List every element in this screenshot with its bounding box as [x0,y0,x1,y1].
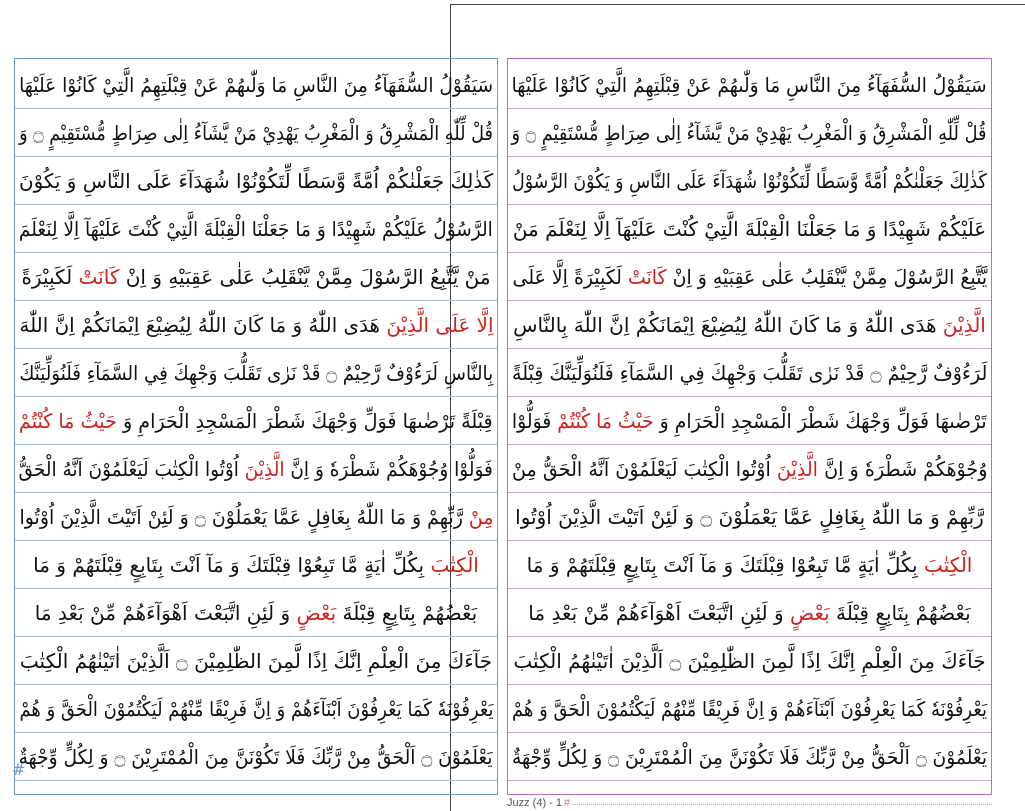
left-text-line[interactable]: مِنْ رَّبِّهِمْ وَ مَا اللّٰهُ بِغَافِلٍ… [15,493,497,541]
right-line-text: تَرْضٰىهَا فَوَلِّ وَجْهَكَ شَطْرَ الْمَ… [512,408,987,433]
highlighted-word: حَيْثُ مَا كُنْتُمْ [19,408,118,433]
right-line-text: عَلَيْكُمْ شَهِيْدًا وَ مَا جَعَلْنَا ال… [512,216,987,241]
highlighted-word: الَّذِيْنَ [776,456,818,481]
left-overflow-marker: # [12,760,26,779]
right-text-line[interactable]: قُلْ لِّلّٰهِ الْمَشْرِقُ وَ الْمَغْرِبُ… [508,109,991,157]
footer-marker: # [564,797,571,809]
page-footer: Juzz (4) - 1 # [507,797,570,809]
left-text-line[interactable]: فَوَلُّوْا وُجُوْهَكُمْ شَطْرَهٗ وَ اِنَ… [15,445,497,493]
highlighted-word: الْكِتٰبَ [430,552,479,577]
left-line-text: اِلَّا عَلَى الَّذِيْنَ هَدَى اللّٰهُ وَ… [18,312,494,337]
right-line-text: الْكِتٰبَ بِكُلِّ اٰيَةٍ مَّا تَبِعُوْا … [526,552,973,577]
left-text-line[interactable]: يَعْرِفُوْنَهٗ كَمَا يَعْرِفُوْنَ اَبْنَ… [15,685,497,733]
right-text-line[interactable]: يَّتَّبِعُ الرَّسُوْلَ مِمَّنْ يَّنْقَلِ… [508,253,991,301]
right-text-frame[interactable]: سَيَقُوْلُ السُّفَهَآءُ مِنَ النَّاسِ مَ… [507,58,992,795]
left-line-text: قِبْلَةً تَرْضٰىهَا فَوَلِّ وَجْهَكَ شَط… [19,408,493,433]
left-line-text: مِنْ رَّبِّهِمْ وَ مَا اللّٰهُ بِغَافِلٍ… [19,504,493,529]
left-line-text: بَعْضُهُمْ بِتَابِعٍ قِبْلَةَ بَعْضٍ وَ … [34,600,478,625]
right-line-text: بَعْضُهُمْ بِتَابِعٍ قِبْلَةَ بَعْضٍ وَ … [528,600,971,625]
right-text-line[interactable]: يَعْلَمُوْنَ ۝ اَلْحَقُّ مِنْ رَّبِّكَ ف… [508,733,991,781]
left-line-text: جَآءَكَ مِنَ الْعِلْمِ اِنَّكَ اِذًا لَّ… [19,648,493,673]
left-line-text: كَذٰلِكَ جَعَلْنٰكُمْ اُمَّةً وَّسَطًا ل… [18,168,494,193]
right-line-text: جَآءَكَ مِنَ الْعِلْمِ اِنَّكَ اِذًا لَّ… [513,648,986,673]
left-text-line[interactable]: بِالنَّاسِ لَرَءُوْفٌ رَّحِيْمٌ ۝ قَدْ ن… [15,349,497,397]
right-text-line[interactable]: يَعْرِفُوْنَهٗ كَمَا يَعْرِفُوْنَ اَبْنَ… [508,685,991,733]
highlighted-word: الْكِتٰبَ [923,552,973,577]
highlighted-word: مِنْ [468,504,493,529]
right-text-line[interactable]: رَّبِّهِمْ وَ مَا اللّٰهُ بِغَافِلٍ عَمَ… [508,493,991,541]
left-line-text: يَعْلَمُوْنَ ۝ اَلْحَقُّ مِنْ رَّبِّكَ ف… [19,744,493,769]
highlighted-word: بَعْضٍ [789,600,830,625]
highlighted-word: كَانَتْ [627,264,667,289]
right-line-text: لَرَءُوْفٌ رَّحِيْمٌ ۝ قَدْ نَرٰى تَقَلُ… [511,360,988,385]
page-top-edge [450,4,1025,5]
highlighted-word: اِلَّا عَلَى الَّذِيْنَ [385,312,494,337]
right-text-line[interactable]: سَيَقُوْلُ السُّفَهَآءُ مِنَ النَّاسِ مَ… [508,61,991,109]
right-line-text: قُلْ لِّلّٰهِ الْمَشْرِقُ وَ الْمَغْرِبُ… [512,120,987,145]
left-text-line[interactable]: سَيَقُوْلُ السُّفَهَآءُ مِنَ النَّاسِ مَ… [15,61,497,109]
highlighted-word: بَعْضٍ [296,600,337,625]
left-text-line[interactable]: قُلْ لِّلّٰهِ الْمَشْرِقُ وَ الْمَغْرِبُ… [15,109,497,157]
left-text-line[interactable]: بَعْضُهُمْ بِتَابِعٍ قِبْلَةَ بَعْضٍ وَ … [15,589,497,637]
right-text-line[interactable]: الْكِتٰبَ بِكُلِّ اٰيَةٍ مَّا تَبِعُوْا … [508,541,991,589]
left-text-line[interactable]: مَنْ يَّتَّبِعُ الرَّسُوْلَ مِمَّنْ يَّن… [15,253,497,301]
left-line-text: الرَّسُوْلُ عَلَيْكُمْ شَهِيْدًا وَ مَا … [19,216,493,241]
right-line-text: كَذٰلِكَ جَعَلْنٰكُمْ اُمَّةً وَّسَطًا ل… [512,168,987,193]
right-text-line[interactable]: بَعْضُهُمْ بِتَابِعٍ قِبْلَةَ بَعْضٍ وَ … [508,589,991,637]
left-text-line[interactable]: كَذٰلِكَ جَعَلْنٰكُمْ اُمَّةً وَّسَطًا ل… [15,157,497,205]
highlighted-word: كَانَتْ [78,264,120,289]
left-line-text: بِالنَّاسِ لَرَءُوْفٌ رَّحِيْمٌ ۝ قَدْ ن… [19,360,493,385]
right-text-line[interactable]: تَرْضٰىهَا فَوَلِّ وَجْهَكَ شَطْرَ الْمَ… [508,397,991,445]
left-text-line[interactable]: اِلَّا عَلَى الَّذِيْنَ هَدَى اللّٰهُ وَ… [15,301,497,349]
right-text-line[interactable]: جَآءَكَ مِنَ الْعِلْمِ اِنَّكَ اِذًا لَّ… [508,637,991,685]
right-text-line[interactable]: الَّذِيْنَ هَدَى اللّٰهُ وَ مَا كَانَ ال… [508,301,991,349]
highlighted-word: الَّذِيْنَ [245,456,285,481]
right-text-line[interactable]: عَلَيْكُمْ شَهِيْدًا وَ مَا جَعَلْنَا ال… [508,205,991,253]
left-text-line[interactable]: الْكِتٰبَ بِكُلِّ اٰيَةٍ مَّا تَبِعُوْا … [15,541,497,589]
left-text-line[interactable]: الرَّسُوْلُ عَلَيْكُمْ شَهِيْدًا وَ مَا … [15,205,497,253]
right-line-text: يَعْرِفُوْنَهٗ كَمَا يَعْرِفُوْنَ اَبْنَ… [511,696,988,721]
left-line-text: الْكِتٰبَ بِكُلِّ اٰيَةٍ مَّا تَبِعُوْا … [33,552,479,577]
right-line-text: وُجُوْهَكُمْ شَطْرَهٗ وَ اِنَّ الَّذِيْن… [511,456,988,481]
right-line-text: رَّبِّهِمْ وَ مَا اللّٰهُ بِغَافِلٍ عَمَ… [515,504,984,529]
right-line-text: سَيَقُوْلُ السُّفَهَآءُ مِنَ النَّاسِ مَ… [511,72,987,97]
right-line-text: يَّتَّبِعُ الرَّسُوْلَ مِمَّنْ يَّنْقَلِ… [512,264,987,289]
footer-rule [572,804,992,805]
left-text-frame[interactable]: سَيَقُوْلُ السُّفَهَآءُ مِنَ النَّاسِ مَ… [14,58,498,795]
left-line-text: فَوَلُّوْا وُجُوْهَكُمْ شَطْرَهٗ وَ اِنَ… [18,456,494,481]
right-line-text: يَعْلَمُوْنَ ۝ اَلْحَقُّ مِنْ رَّبِّكَ ف… [511,744,988,769]
highlighted-word: الَّذِيْنَ [942,312,986,337]
left-line-text: مَنْ يَّتَّبِعُ الرَّسُوْلَ مِمَّنْ يَّن… [21,264,491,289]
left-line-text: قُلْ لِّلّٰهِ الْمَشْرِقُ وَ الْمَغْرِبُ… [19,120,493,145]
footer-label: Juzz (4) - 1 [507,797,563,809]
left-text-line[interactable]: قِبْلَةً تَرْضٰىهَا فَوَلِّ وَجْهَكَ شَط… [15,397,497,445]
right-text-line[interactable]: لَرَءُوْفٌ رَّحِيْمٌ ۝ قَدْ نَرٰى تَقَلُ… [508,349,991,397]
highlighted-word: حَيْثُ مَا كُنْتُمْ [557,408,654,433]
right-line-text: الَّذِيْنَ هَدَى اللّٰهُ وَ مَا كَانَ ال… [513,312,986,337]
left-line-text: سَيَقُوْلُ السُّفَهَآءُ مِنَ النَّاسِ مَ… [19,72,493,97]
right-text-line[interactable]: وُجُوْهَكُمْ شَطْرَهٗ وَ اِنَّ الَّذِيْن… [508,445,991,493]
left-text-line[interactable]: جَآءَكَ مِنَ الْعِلْمِ اِنَّكَ اِذًا لَّ… [15,637,497,685]
right-text-line[interactable]: كَذٰلِكَ جَعَلْنٰكُمْ اُمَّةً وَّسَطًا ل… [508,157,991,205]
left-line-text: يَعْرِفُوْنَهٗ كَمَا يَعْرِفُوْنَ اَبْنَ… [19,696,493,721]
left-text-line[interactable]: يَعْلَمُوْنَ ۝ اَلْحَقُّ مِنْ رَّبِّكَ ف… [15,733,497,781]
